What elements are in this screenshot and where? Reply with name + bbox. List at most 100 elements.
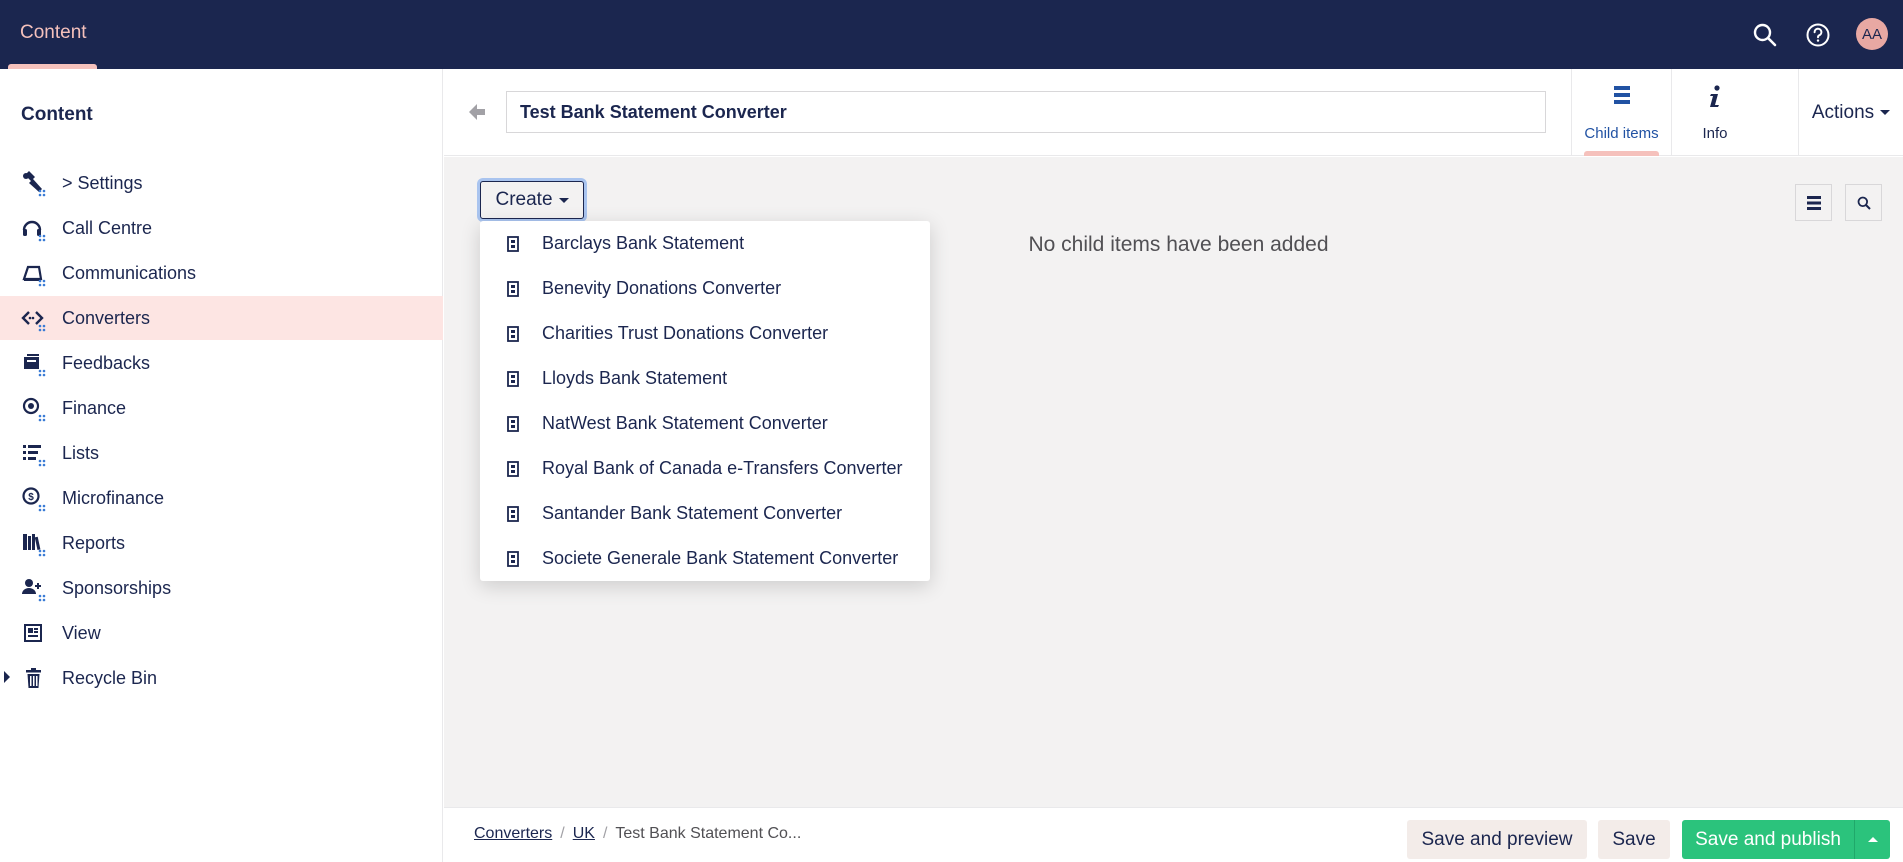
breadcrumb-link-converters[interactable]: Converters [474, 825, 552, 843]
chevron-up-icon [1867, 837, 1878, 842]
sidebar-item-label: Lists [62, 442, 100, 463]
tab-label: Info [1702, 125, 1728, 142]
create-label: Create [495, 189, 553, 210]
menu-item-charities-trust[interactable]: Charities Trust Donations Converter [480, 311, 930, 356]
menu-item-label: Santander Bank Statement Converter [542, 503, 843, 523]
sidebar-item-converters[interactable]: Converters [0, 296, 443, 340]
sidebar-item-feedbacks[interactable]: Feedbacks [0, 341, 443, 385]
menu-item-royal-bank-of-canada[interactable]: Royal Bank of Canada e-Transfers Convert… [480, 446, 930, 491]
tab-info[interactable]: Info [1671, 69, 1758, 156]
sidebar-item-label: Converters [62, 307, 151, 328]
list-icon [1612, 84, 1632, 111]
breadcrumb-link-uk[interactable]: UK [573, 825, 595, 843]
sidebar-item-lists[interactable]: Lists [0, 431, 443, 475]
sidebar-item-label: > Settings [62, 172, 143, 193]
save-and-preview-button[interactable]: Save and preview [1407, 820, 1587, 859]
menu-item-lloyds[interactable]: Lloyds Bank Statement [480, 356, 930, 401]
actions-button[interactable]: Actions [1798, 69, 1903, 156]
sidebar-item-label: Microfinance [62, 487, 165, 508]
code-icon [21, 306, 47, 332]
sidebar-item-sponsorships[interactable]: Sponsorships [0, 566, 443, 610]
user-avatar[interactable]: AA [1856, 18, 1888, 50]
sidebar-item-label: View [62, 622, 101, 643]
document-icon [507, 416, 519, 432]
info-icon [1707, 84, 1723, 115]
document-icon [507, 371, 519, 387]
sidebar-item-label: Finance [62, 397, 127, 418]
document-icon [507, 281, 519, 297]
sidebar-item-finance[interactable]: Finance [0, 386, 443, 430]
feedback-icon [21, 351, 47, 377]
sidebar-item-settings[interactable]: > Settings [0, 161, 443, 205]
books-icon [21, 531, 47, 557]
chevron-down-icon [558, 197, 569, 203]
document-icon [507, 506, 519, 522]
sidebar-item-microfinance[interactable]: $ Microfinance [0, 476, 443, 520]
menu-item-label: Barclays Bank Statement [542, 233, 745, 253]
help-icon[interactable] [1803, 20, 1833, 50]
expand-caret-icon[interactable] [4, 671, 10, 683]
menu-item-natwest[interactable]: NatWest Bank Statement Converter [480, 401, 930, 446]
sidebar-item-label: Sponsorships [62, 577, 172, 598]
menu-item-label: Royal Bank of Canada e-Transfers Convert… [542, 458, 903, 478]
menu-item-label: Benevity Donations Converter [542, 278, 782, 298]
node-name-input[interactable] [506, 91, 1546, 133]
document-icon [507, 236, 519, 252]
content-header: Child items Info Actions [444, 69, 1903, 156]
sidebar-item-label: Call Centre [62, 217, 153, 238]
menu-item-label: Charities Trust Donations Converter [542, 323, 829, 343]
sidebar-item-reports[interactable]: Reports [0, 521, 443, 565]
create-button[interactable]: Create [480, 181, 584, 219]
list-icon [21, 441, 47, 467]
sidebar-item-label: Recycle Bin [62, 667, 158, 688]
sidebar-item-label: Communications [62, 262, 197, 283]
sidebar-item-view[interactable]: View [0, 611, 443, 655]
coin-icon: $ [21, 486, 47, 512]
top-bar: Content AA [0, 0, 1903, 69]
list-view-toggle-button[interactable] [1795, 184, 1832, 221]
tab-label: Child items [1584, 125, 1659, 142]
users-icon [21, 576, 47, 602]
breadcrumb-separator: / [560, 825, 565, 842]
footer-bar: Converters / UK / Test Bank Statement Co… [444, 807, 1903, 862]
active-tab-indicator [1584, 151, 1659, 156]
wrench-icon [21, 171, 47, 197]
trash-icon [21, 666, 47, 692]
menu-item-barclays[interactable]: Barclays Bank Statement [480, 221, 930, 266]
search-icon[interactable] [1750, 20, 1780, 50]
actions-label: Actions [1811, 101, 1875, 123]
back-arrow-icon[interactable] [466, 101, 488, 123]
create-dropdown-menu: Barclays Bank Statement Benevity Donatio… [480, 221, 930, 581]
headset-icon [21, 216, 47, 242]
newspaper-icon [21, 621, 47, 647]
menu-item-label: Lloyds Bank Statement [542, 368, 728, 388]
save-button[interactable]: Save [1598, 820, 1670, 859]
search-button[interactable] [1845, 184, 1882, 221]
breadcrumb: Converters / UK / Test Bank Statement Co… [474, 825, 801, 843]
sidebar-item-communications[interactable]: Communications [0, 251, 443, 295]
save-and-publish-button[interactable]: Save and publish [1682, 820, 1854, 859]
search-icon [1857, 196, 1871, 210]
sidebar-item-call-centre[interactable]: Call Centre [0, 206, 443, 250]
sidebar-item-label: Feedbacks [62, 352, 151, 373]
document-icon [507, 461, 519, 477]
chevron-down-icon [1880, 110, 1891, 115]
svg-text:$: $ [28, 492, 34, 503]
breadcrumb-separator: / [602, 825, 608, 842]
menu-item-label: NatWest Bank Statement Converter [542, 413, 828, 433]
sidebar-title[interactable]: Content [21, 104, 93, 126]
section-tab-content[interactable]: Content [20, 22, 87, 44]
breadcrumb-current: Test Bank Statement Co... [615, 825, 802, 842]
document-icon [507, 326, 519, 342]
coins-icon [21, 396, 47, 422]
document-icon [507, 551, 519, 567]
publish-options-toggle[interactable] [1854, 820, 1890, 859]
communications-icon [21, 261, 47, 287]
menu-item-santander[interactable]: Santander Bank Statement Converter [480, 491, 930, 536]
tab-child-items[interactable]: Child items [1571, 69, 1671, 156]
sidebar-item-label: Reports [62, 532, 126, 553]
sidebar: Content > Settings Call Centre Communica… [0, 69, 443, 862]
sidebar-item-recycle-bin[interactable]: Recycle Bin [0, 656, 443, 700]
menu-item-benevity[interactable]: Benevity Donations Converter [480, 266, 930, 311]
menu-item-societe-generale[interactable]: Societe Generale Bank Statement Converte… [480, 536, 930, 581]
